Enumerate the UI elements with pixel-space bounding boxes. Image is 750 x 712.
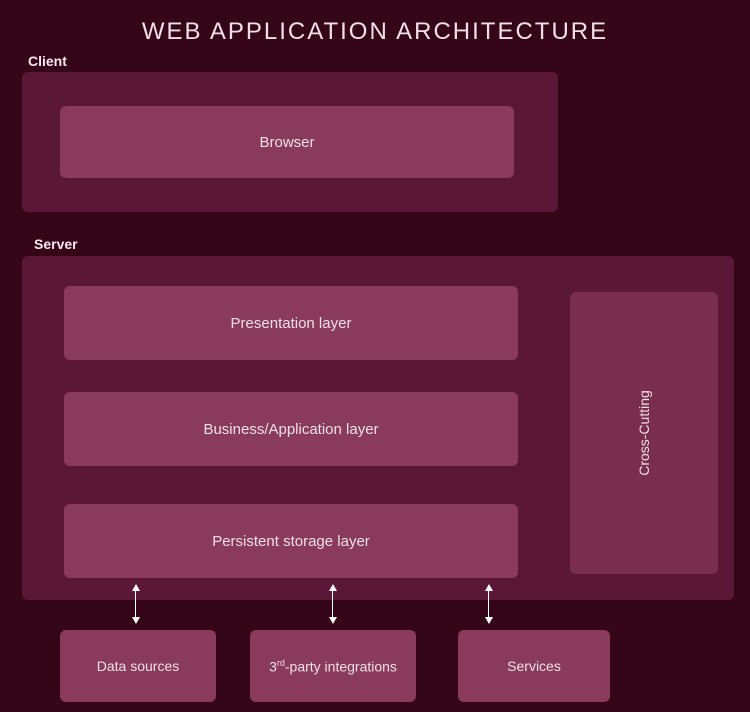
storage-layer: Persistent storage layer [64,504,518,578]
arrow-services [488,584,490,624]
browser-layer: Browser [60,106,514,178]
crosscutting-layer: Cross-Cutting [570,292,718,574]
business-layer: Business/Application layer [64,392,518,466]
crosscutting-label: Cross-Cutting [636,390,652,476]
arrow-thirdparty [332,584,334,624]
arrow-datasources [135,584,137,624]
diagram-title: WEB APPLICATION ARCHITECTURE [0,0,750,54]
services-box: Services [458,630,610,702]
thirdparty-box: 3rd-party integrations [250,630,416,702]
presentation-layer: Presentation layer [64,286,518,360]
datasources-box: Data sources [60,630,216,702]
server-section-label: Server [34,236,78,252]
client-section-label: Client [28,53,67,69]
thirdparty-label: 3rd-party integrations [269,658,397,675]
